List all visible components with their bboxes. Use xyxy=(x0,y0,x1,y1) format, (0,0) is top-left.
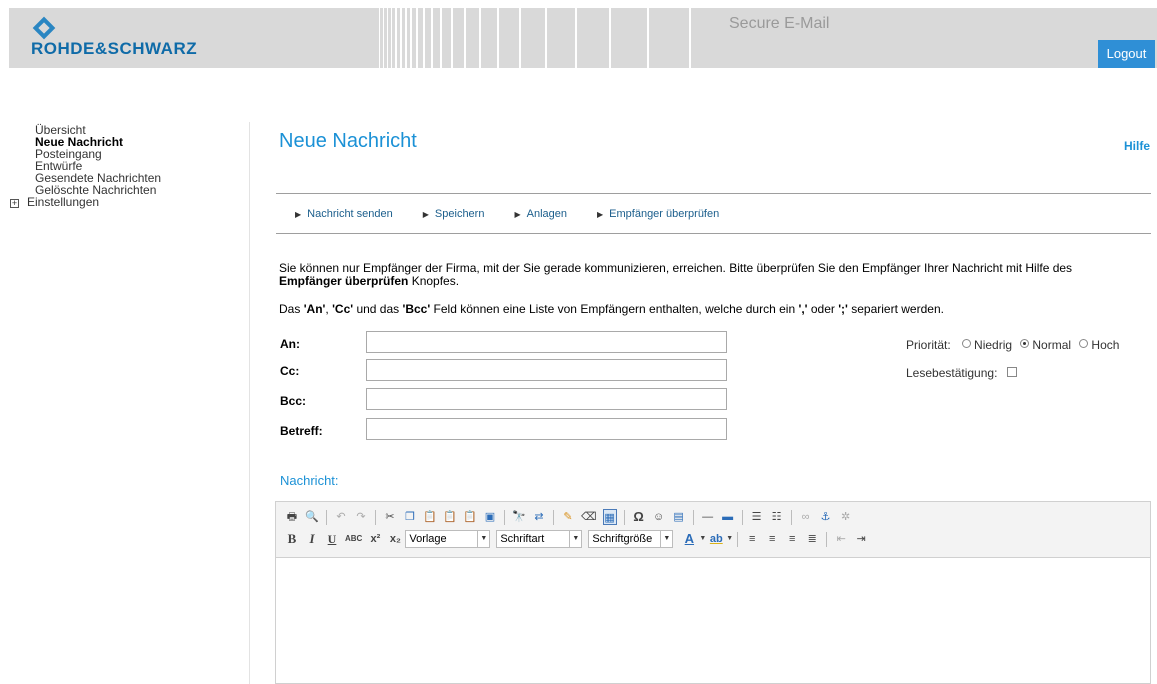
subject-label: Betreff: xyxy=(280,424,323,438)
app-title: Secure E-Mail xyxy=(729,15,830,32)
chevron-down-icon: ▼ xyxy=(569,531,581,547)
priority-label: Priorität: xyxy=(906,338,951,352)
message-editor: 🖶 🔍 ↶ ↷ ✂ ❐ 📋 📋 📋 ▣ 🔭 ⇄ ✎ ⌫ ▦ Ω ☺ ▤ — ▬ … xyxy=(275,501,1151,684)
chevron-down-icon: ▼ xyxy=(477,531,489,547)
find-icon[interactable]: 🔭 xyxy=(512,509,526,525)
outdent-icon[interactable]: ⇤ xyxy=(834,531,848,547)
italic-button[interactable]: I xyxy=(305,531,319,547)
action-bar: ▶ Nachricht senden ▶ Speichern ▶ Anlagen ▶ E… xyxy=(295,208,749,220)
sidebar-item-label: Einstellungen xyxy=(27,195,100,209)
remove-format-icon[interactable]: ✎ xyxy=(561,509,575,525)
logo-diamond-icon xyxy=(32,16,56,40)
indent-icon[interactable]: ⇥ xyxy=(854,531,868,547)
hr-line-icon[interactable]: ▬ xyxy=(721,509,735,525)
link-icon[interactable]: ∞ xyxy=(799,509,813,525)
bcc-field[interactable] xyxy=(366,388,727,410)
logo-text: ROHDE&SCHWARZ xyxy=(31,39,198,58)
font-color-dropdown-icon[interactable]: ▼ xyxy=(699,531,706,547)
read-receipt-group: Lesebestätigung: xyxy=(906,366,1018,380)
triangle-right-icon: ▶ xyxy=(422,210,429,219)
chevron-down-icon: ▼ xyxy=(660,531,672,547)
to-label: An: xyxy=(280,337,300,351)
align-justify-icon[interactable]: ≣ xyxy=(805,531,819,547)
underline-button[interactable]: U xyxy=(325,531,339,547)
toolbar-row-1: 🖶 🔍 ↶ ↷ ✂ ❐ 📋 📋 📋 ▣ 🔭 ⇄ ✎ ⌫ ▦ Ω ☺ ▤ — ▬ … xyxy=(282,506,1144,528)
read-receipt-checkbox[interactable] xyxy=(1007,367,1018,377)
horizontal-rule-icon[interactable]: — xyxy=(701,509,715,525)
sidebar-item-einstellungen[interactable]: + Einstellungen xyxy=(0,196,250,208)
font-size-select[interactable]: Schriftgröße ▼ xyxy=(588,530,674,548)
check-recipients-link[interactable]: ▶ Empfänger überprüfen xyxy=(597,208,719,220)
recipient-info-text: Sie können nur Empfänger der Firma, mit … xyxy=(279,261,1073,288)
save-link[interactable]: ▶ Speichern xyxy=(423,208,485,220)
page-title: Neue Nachricht xyxy=(279,130,417,152)
font-select[interactable]: Schriftart ▼ xyxy=(496,530,583,548)
read-receipt-label: Lesebestätigung: xyxy=(906,366,998,380)
subscript-button[interactable]: x₂ xyxy=(388,531,402,547)
triangle-right-icon: ▶ xyxy=(295,210,302,219)
divider-top xyxy=(276,193,1151,194)
align-left-icon[interactable]: ≡ xyxy=(745,531,759,547)
paste-text-icon[interactable]: 📋 xyxy=(443,509,457,525)
sidebar-divider xyxy=(249,122,250,684)
rohde-schwarz-logo: ROHDE&SCHWARZ xyxy=(31,16,198,59)
priority-high-label[interactable]: Hoch xyxy=(1091,338,1119,352)
priority-group: Priorität: Niedrig Normal Hoch xyxy=(906,338,1119,352)
editor-body[interactable] xyxy=(276,558,1150,683)
font-color-button[interactable]: A xyxy=(682,531,696,547)
triangle-right-icon: ▶ xyxy=(597,210,604,219)
redo-icon[interactable]: ↷ xyxy=(354,509,368,525)
cc-field[interactable] xyxy=(366,359,727,381)
unlink-icon[interactable]: ✲ xyxy=(839,509,853,525)
toolbar-row-2: B I U ABC x² x₂ Vorlage ▼ Schriftart ▼ Sch… xyxy=(282,528,1144,550)
preview-icon[interactable]: 🔍 xyxy=(305,509,319,525)
paste-word-icon[interactable]: 📋 xyxy=(463,509,477,525)
priority-low-radio[interactable] xyxy=(962,339,972,348)
align-right-icon[interactable]: ≡ xyxy=(785,531,799,547)
print-icon[interactable]: 🖶 xyxy=(285,509,299,525)
help-link[interactable]: Hilfe xyxy=(1124,139,1150,153)
subject-field[interactable] xyxy=(366,418,727,440)
bold-button[interactable]: B xyxy=(285,531,299,547)
priority-normal-radio[interactable] xyxy=(1020,339,1030,348)
to-field[interactable] xyxy=(366,331,727,353)
priority-low-label[interactable]: Niedrig xyxy=(974,338,1012,352)
strikethrough-button[interactable]: ABC xyxy=(345,531,362,547)
special-char-icon[interactable]: Ω xyxy=(632,509,646,525)
editor-toolbar: 🖶 🔍 ↶ ↷ ✂ ❐ 📋 📋 📋 ▣ 🔭 ⇄ ✎ ⌫ ▦ Ω ☺ ▤ — ▬ … xyxy=(276,502,1150,558)
priority-normal-label[interactable]: Normal xyxy=(1032,338,1071,352)
align-center-icon[interactable]: ≡ xyxy=(765,531,779,547)
attachments-link[interactable]: ▶ Anlagen xyxy=(514,208,567,220)
send-message-link[interactable]: ▶ Nachricht senden xyxy=(295,208,393,220)
header-bar: ROHDE&SCHWARZ Secure E-Mail xyxy=(9,8,1157,68)
copy-icon[interactable]: ❐ xyxy=(403,509,417,525)
message-label: Nachricht: xyxy=(280,473,339,488)
triangle-right-icon: ▶ xyxy=(514,210,521,219)
table-icon[interactable]: ▦ xyxy=(602,509,617,525)
sidebar-nav: Übersicht Neue Nachricht Posteingang Ent… xyxy=(0,124,250,208)
bullet-list-icon[interactable]: ☰ xyxy=(750,509,764,525)
expand-plus-icon[interactable]: + xyxy=(10,199,19,208)
numbered-list-icon[interactable]: ☷ xyxy=(770,509,784,525)
logout-button[interactable]: Logout xyxy=(1098,40,1155,68)
bcc-label: Bcc: xyxy=(280,394,307,408)
select-all-icon[interactable]: ▣ xyxy=(483,509,497,525)
priority-high-radio[interactable] xyxy=(1079,339,1089,348)
style-select[interactable]: Vorlage ▼ xyxy=(405,530,491,548)
anchor-icon[interactable]: ⚓ xyxy=(819,509,833,525)
eraser-icon[interactable]: ⌫ xyxy=(581,509,597,525)
divider-bottom xyxy=(276,233,1151,234)
highlight-dropdown-icon[interactable]: ▼ xyxy=(726,531,733,547)
cc-label: Cc: xyxy=(280,364,300,378)
smiley-icon[interactable]: ☺ xyxy=(652,509,666,525)
separator-info-text: Das 'An', 'Cc' und das 'Bcc' Feld können… xyxy=(279,302,944,316)
replace-icon[interactable]: ⇄ xyxy=(532,509,546,525)
date-icon[interactable]: ▤ xyxy=(672,509,686,525)
header-stripes-decoration xyxy=(379,8,719,68)
cut-icon[interactable]: ✂ xyxy=(383,509,397,525)
undo-icon[interactable]: ↶ xyxy=(334,509,348,525)
superscript-button[interactable]: x² xyxy=(368,531,382,547)
paste-icon[interactable]: 📋 xyxy=(423,509,437,525)
highlight-button[interactable]: ab xyxy=(709,531,723,547)
